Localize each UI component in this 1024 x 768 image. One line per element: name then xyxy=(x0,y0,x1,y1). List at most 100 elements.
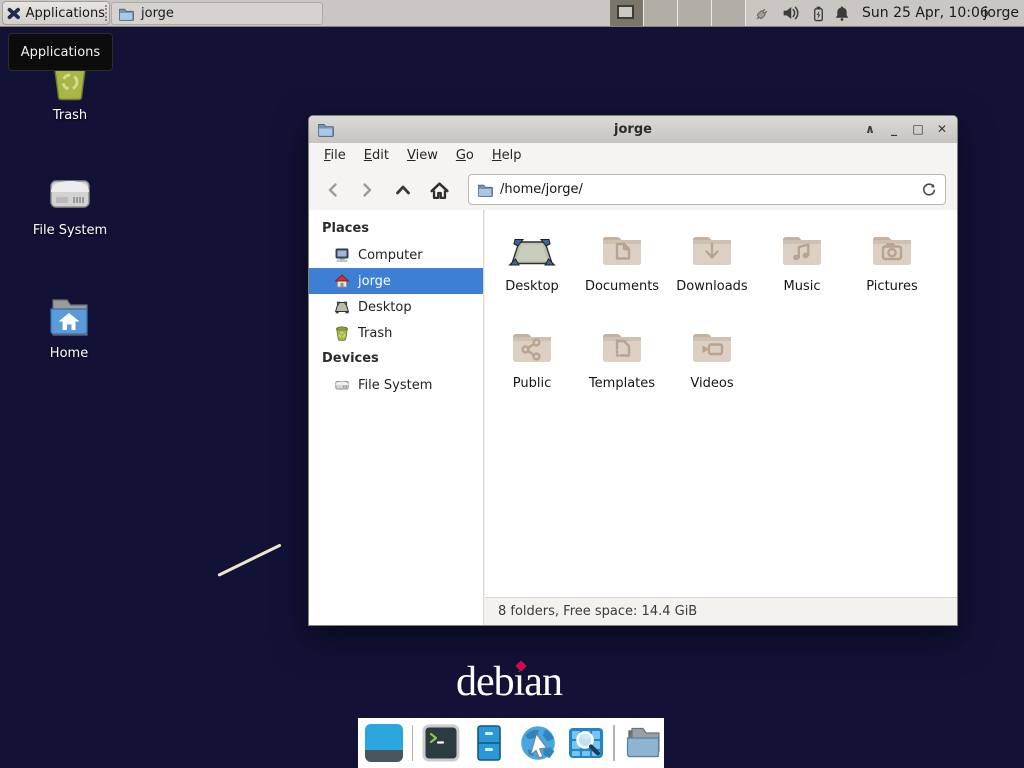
dock-separator xyxy=(412,725,414,761)
trash-icon xyxy=(334,325,350,341)
sidebar-item-label: Computer xyxy=(358,248,423,263)
path-bar[interactable]: /home/jorge/ xyxy=(468,174,946,205)
battery-charging-icon[interactable] xyxy=(810,4,827,23)
documents-folder-icon xyxy=(598,226,646,274)
power-plug-icon[interactable] xyxy=(752,4,773,23)
sidebar-item-file-system[interactable]: File System xyxy=(309,372,483,398)
sidebar-header-places: Places xyxy=(309,216,483,242)
templates-folder-icon xyxy=(598,323,646,371)
web-browser-launcher[interactable] xyxy=(516,722,559,765)
taskbar-window-button[interactable]: jorge xyxy=(111,2,323,25)
terminal-launcher[interactable] xyxy=(419,722,462,765)
file-item-desktop[interactable]: Desktop xyxy=(487,226,577,323)
menu-go[interactable]: Go xyxy=(447,143,483,169)
sidebar-item-label: jorge xyxy=(358,274,391,289)
toolbar: /home/jorge/ xyxy=(309,169,957,211)
file-item-label: Public xyxy=(513,376,551,391)
dock-panel xyxy=(358,718,664,768)
up-icon xyxy=(393,180,413,200)
desktop-icon-file-system[interactable]: File System xyxy=(24,170,116,238)
file-item-templates[interactable]: Templates xyxy=(577,323,667,420)
volume-icon[interactable] xyxy=(781,4,800,22)
minimize-button[interactable]: _ xyxy=(887,116,901,143)
file-manager-window: jorge ∧ _ □ ✕ File Edit View Go Help xyxy=(308,115,958,626)
up-button[interactable] xyxy=(389,176,417,204)
directory-menu-button[interactable] xyxy=(621,722,664,765)
taskbar-window-label: jorge xyxy=(141,6,174,21)
desktop-root: Applications jorge xyxy=(0,0,1024,768)
reload-icon[interactable] xyxy=(921,182,937,198)
desktop-icon xyxy=(334,299,350,315)
folder-icon xyxy=(118,6,134,22)
workspace-4[interactable] xyxy=(712,0,746,26)
menubar: File Edit View Go Help xyxy=(309,143,957,169)
dock-separator xyxy=(613,725,615,761)
applications-menu-label: Applications xyxy=(26,6,105,21)
panel-clock[interactable]: Sun 25 Apr, 10:06 xyxy=(862,0,989,26)
music-folder-icon xyxy=(778,226,826,274)
file-manager-launcher[interactable] xyxy=(468,722,511,765)
sidebar-item-computer[interactable]: Computer xyxy=(309,242,483,268)
sidebar-header-devices: Devices xyxy=(309,346,483,372)
notifications-bell-icon[interactable] xyxy=(833,4,851,23)
sidebar-item-trash[interactable]: Trash xyxy=(309,320,483,346)
file-item-pictures[interactable]: Pictures xyxy=(847,226,937,323)
desktop-icon-label: Trash xyxy=(53,108,87,123)
app-finder-launcher[interactable] xyxy=(565,722,608,765)
back-button[interactable] xyxy=(319,176,347,204)
close-button[interactable]: ✕ xyxy=(935,116,949,143)
file-item-label: Desktop xyxy=(505,279,559,294)
drive-icon xyxy=(334,377,350,393)
show-desktop-icon xyxy=(365,724,403,762)
window-titlebar[interactable]: jorge ∧ _ □ ✕ xyxy=(309,116,957,144)
file-item-label: Music xyxy=(784,279,821,294)
computer-icon xyxy=(334,247,350,263)
user-home-icon xyxy=(334,273,350,289)
stray-desktop-line xyxy=(217,543,281,576)
file-item-documents[interactable]: Documents xyxy=(577,226,667,323)
show-desktop-button[interactable] xyxy=(363,722,406,765)
applications-tooltip: Applications xyxy=(8,33,113,71)
file-item-music[interactable]: Music xyxy=(757,226,847,323)
home-folder-icon xyxy=(44,293,94,341)
file-item-downloads[interactable]: Downloads xyxy=(667,226,757,323)
file-view: Desktop Documents Downloads xyxy=(485,210,957,597)
shade-button[interactable]: ∧ xyxy=(863,116,877,143)
desktop-icon-home[interactable]: Home xyxy=(23,293,115,361)
statusbar-text: 8 folders, Free space: 14.4 GiB xyxy=(498,604,697,619)
path-input[interactable]: /home/jorge/ xyxy=(500,182,914,197)
workspace-3[interactable] xyxy=(678,0,712,26)
back-icon xyxy=(323,180,343,200)
sidebar: Places Computer jorge xyxy=(309,210,484,625)
file-item-label: Templates xyxy=(589,376,655,391)
sidebar-item-desktop[interactable]: Desktop xyxy=(309,294,483,320)
downloads-folder-icon xyxy=(688,226,736,274)
menu-file[interactable]: File xyxy=(315,143,355,169)
sidebar-item-jorge[interactable]: jorge xyxy=(309,268,483,294)
home-button[interactable] xyxy=(425,176,453,204)
debian-logo-text: debian xyxy=(456,659,562,705)
panel-user-label[interactable]: jorge xyxy=(984,0,1019,26)
videos-folder-icon xyxy=(688,323,736,371)
file-item-videos[interactable]: Videos xyxy=(667,323,757,420)
maximize-button[interactable]: □ xyxy=(911,116,925,143)
web-browser-icon xyxy=(517,722,559,764)
menu-view[interactable]: View xyxy=(398,143,447,169)
workspace-2[interactable] xyxy=(644,0,678,26)
file-manager-icon xyxy=(469,723,509,763)
applications-menu-button[interactable]: Applications xyxy=(2,1,110,25)
terminal-icon xyxy=(421,723,461,763)
file-item-public[interactable]: Public xyxy=(487,323,577,420)
desktop-special-icon xyxy=(508,226,556,274)
file-item-label: Pictures xyxy=(866,279,917,294)
app-finder-icon xyxy=(566,723,606,763)
menu-help[interactable]: Help xyxy=(483,143,531,169)
sidebar-item-label: File System xyxy=(358,378,432,393)
pictures-folder-icon xyxy=(868,226,916,274)
menu-edit[interactable]: Edit xyxy=(355,143,398,169)
forward-button[interactable] xyxy=(353,176,381,204)
tooltip-text: Applications xyxy=(21,45,100,60)
workspace-1[interactable] xyxy=(610,0,644,26)
drive-icon xyxy=(46,170,94,218)
file-item-label: Documents xyxy=(585,279,659,294)
